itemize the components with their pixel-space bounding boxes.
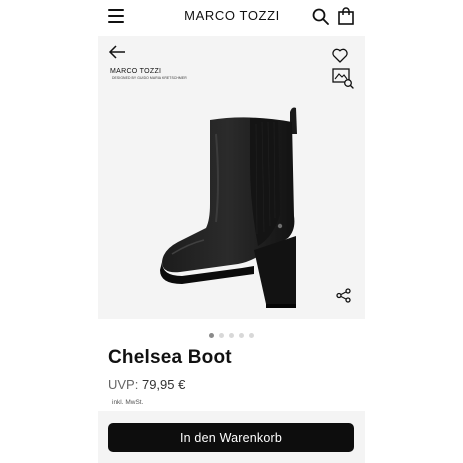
gallery-dot[interactable] [219, 333, 224, 338]
heart-icon[interactable] [332, 48, 348, 63]
price-value: 79,95 € [141, 377, 186, 392]
product-title: Chelsea Boot [108, 347, 232, 368]
gallery-dot[interactable] [249, 333, 254, 338]
product-image-chelsea-boot [160, 107, 297, 308]
image-search-icon[interactable] [332, 68, 354, 89]
brand-stamp-logo: MARCO TOZZI DESIGNED BY GUIDO MARIA KRET… [110, 68, 187, 80]
vat-note: inkl. MwSt. [112, 399, 144, 406]
shopping-bag-icon[interactable] [338, 7, 354, 25]
price-label: UVP: [108, 377, 139, 392]
product-price: UVP: 79,95 € [108, 377, 185, 392]
hamburger-menu-icon[interactable] [108, 8, 125, 24]
add-to-cart-button[interactable]: In den Warenkorb [108, 423, 354, 452]
gallery-dot[interactable] [239, 333, 244, 338]
brand-logo[interactable]: MARCO TOZZI [180, 8, 284, 23]
gallery-dot[interactable] [209, 333, 214, 338]
stamp-tagline-text: DESIGNED BY GUIDO MARIA KRETSCHMER [112, 76, 187, 80]
stamp-brand-name: MARCO TOZZI [110, 68, 162, 75]
share-icon[interactable] [336, 288, 351, 303]
arrow-left-icon[interactable] [108, 45, 126, 59]
gallery-pagination [0, 333, 463, 339]
search-icon[interactable] [312, 8, 329, 25]
app-header: MARCO TOZZI [0, 0, 463, 34]
gallery-dot[interactable] [229, 333, 234, 338]
stamp-tagline: DESIGNED BY GUIDO MARIA KRETSCHMER [110, 76, 187, 80]
product-image-stage[interactable]: MARCO TOZZI DESIGNED BY GUIDO MARIA KRET… [98, 36, 365, 319]
cart-bar: In den Warenkorb [98, 411, 365, 463]
